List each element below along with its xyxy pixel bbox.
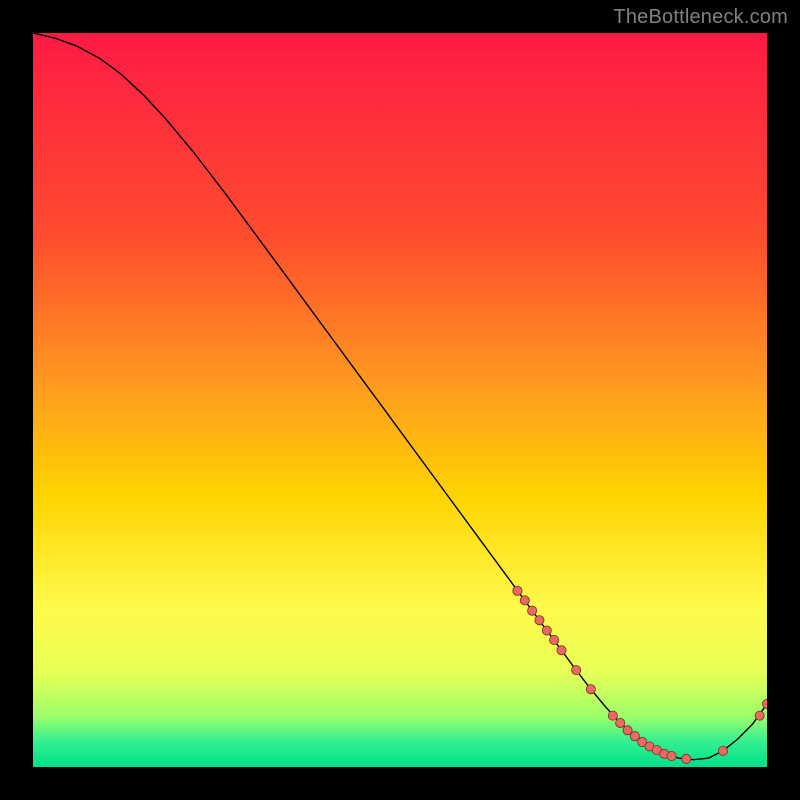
chart-frame: TheBottleneck.com bbox=[0, 0, 800, 800]
data-marker bbox=[667, 751, 676, 760]
data-marker bbox=[520, 596, 529, 605]
data-marker bbox=[586, 685, 595, 694]
data-marker bbox=[550, 635, 559, 644]
watermark-text: TheBottleneck.com bbox=[613, 6, 788, 29]
data-marker bbox=[513, 586, 522, 595]
data-marker bbox=[535, 616, 544, 625]
plot-area bbox=[33, 33, 767, 767]
data-marker bbox=[682, 754, 691, 763]
data-marker bbox=[718, 746, 727, 755]
data-marker bbox=[557, 646, 566, 655]
data-marker bbox=[616, 718, 625, 727]
data-marker bbox=[528, 606, 537, 615]
data-marker bbox=[572, 666, 581, 675]
plot-svg bbox=[33, 33, 767, 767]
data-marker bbox=[608, 711, 617, 720]
data-marker bbox=[755, 711, 764, 720]
data-marker bbox=[542, 626, 551, 635]
